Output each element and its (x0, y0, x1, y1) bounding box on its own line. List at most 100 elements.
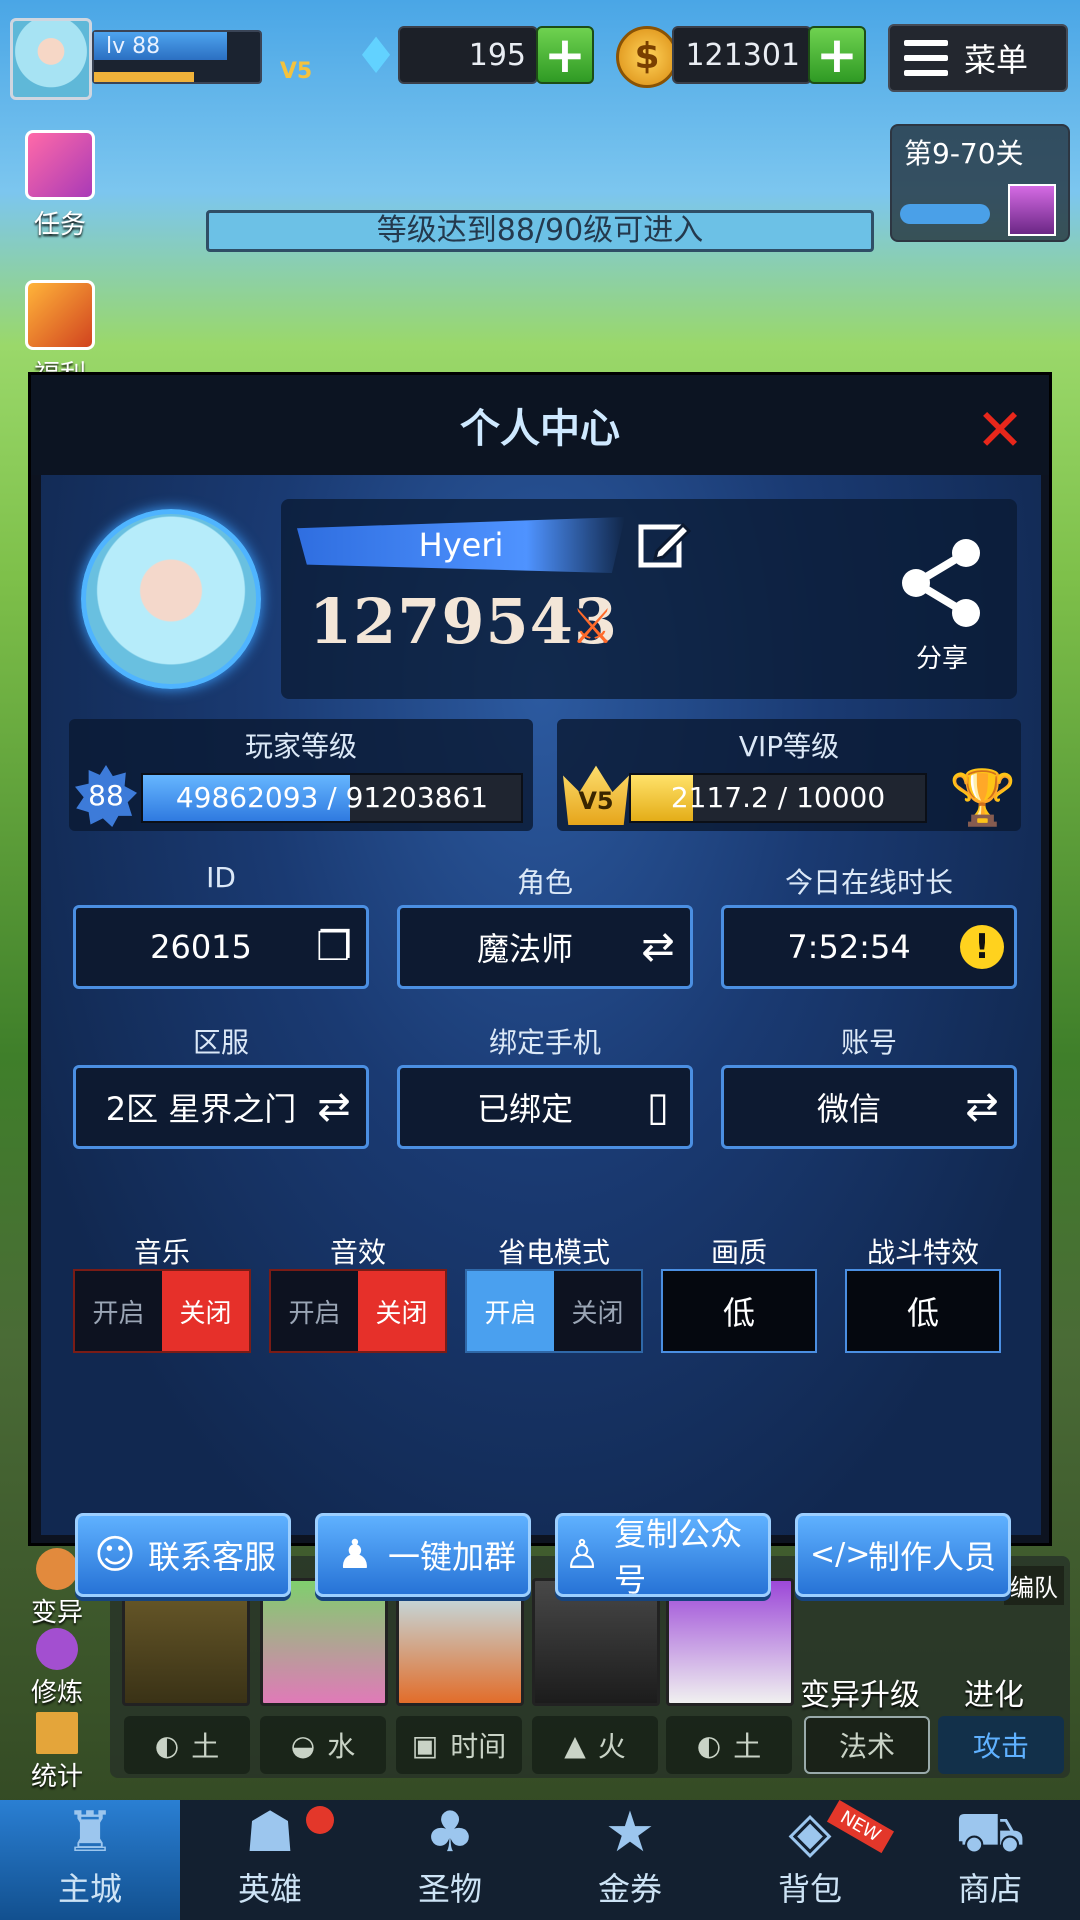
tab-relics[interactable]: ♣ 圣物 (360, 1800, 540, 1920)
hero-slot-1[interactable] (122, 1578, 250, 1706)
menu-button[interactable]: 菜单 (888, 24, 1068, 92)
id-value: 26015 (150, 928, 252, 966)
effects-value: 低 (906, 1294, 939, 1332)
cart-icon: ⛟ (954, 1800, 1026, 1865)
effects-select[interactable]: 低 (845, 1269, 1001, 1353)
add-diamond-button[interactable]: + (536, 26, 594, 84)
menu-label: 菜单 (964, 41, 1029, 79)
sound-off-option[interactable]: 关闭 (358, 1271, 445, 1351)
player-level-card: 玩家等级 88 49862093 / 91203861 (69, 719, 533, 831)
stats-label: 统计 (30, 1762, 83, 1792)
music-toggle[interactable]: 开启 关闭 (73, 1269, 251, 1353)
phone-icon: ▯ (646, 1084, 669, 1130)
swap-icon[interactable]: ⇄ (960, 1085, 1004, 1129)
player-avatar-small[interactable] (10, 18, 92, 100)
join-group-label: 一键加群 (387, 1538, 516, 1576)
tab-heroes[interactable]: ☗ 英雄 (180, 1800, 360, 1920)
swap-icon[interactable]: ⇄ (312, 1085, 356, 1129)
alert-icon[interactable]: ! (960, 925, 1004, 969)
evolve-button[interactable]: 进化 (964, 1670, 1024, 1714)
phone-field[interactable]: 已绑定 ▯ (397, 1065, 693, 1149)
role-field[interactable]: 魔法师 ⇄ (397, 905, 693, 989)
sound-on-option[interactable]: 开启 (271, 1271, 358, 1351)
close-icon[interactable]: ✕ (973, 401, 1027, 459)
mutate-label: 变异 (30, 1598, 83, 1628)
quality-select[interactable]: 低 (661, 1269, 817, 1353)
power-save-on-option[interactable]: 开启 (467, 1271, 554, 1351)
tab-main-city[interactable]: ♜ 主城 (0, 1800, 180, 1920)
tab-coupons[interactable]: ★ 金券 (540, 1800, 720, 1920)
player-level-label: 玩家等级 (244, 730, 357, 763)
share-icon (902, 539, 980, 627)
earth-icon: ◐ (154, 1728, 180, 1762)
mutate-upgrade-button[interactable]: 变异升级 (800, 1670, 920, 1714)
music-on-option[interactable]: 开启 (75, 1271, 162, 1351)
element-label: 土 (733, 1730, 762, 1763)
tab-backpack[interactable]: NEW ◈ 背包 (720, 1800, 900, 1920)
water-icon: ◒ (290, 1728, 316, 1762)
vip-level-progress: 2117.2 / 10000 (670, 781, 886, 814)
diamond-count: 195 (398, 26, 538, 84)
train-side-button[interactable]: 修炼 (8, 1628, 106, 1709)
hero-slot-3[interactable] (396, 1578, 524, 1706)
tab-label: 圣物 (417, 1870, 482, 1908)
account-field[interactable]: 微信 ⇄ (721, 1065, 1017, 1149)
phone-value: 已绑定 (476, 1090, 573, 1128)
gold-coin-icon: $ (616, 26, 678, 88)
account-value: 微信 (816, 1090, 881, 1128)
contact-support-button[interactable]: ☺ 联系客服 (75, 1513, 291, 1597)
player-level-progress: 49862093 / 91203861 (175, 781, 489, 814)
power-save-off-option[interactable]: 关闭 (554, 1271, 641, 1351)
music-off-option[interactable]: 关闭 (162, 1271, 249, 1351)
online-time-value: 7:52:54 (787, 928, 911, 966)
edit-name-icon[interactable] (635, 517, 692, 573)
level-bar: lv 88 (92, 30, 262, 84)
level-badge: 88 (75, 765, 137, 827)
stats-side-button[interactable]: 统计 (8, 1712, 106, 1793)
trophy-icon[interactable]: 🏆 (949, 769, 1016, 827)
tab-shop[interactable]: ⛟ 商店 (900, 1800, 1080, 1920)
stage-boss-avatar (1008, 184, 1056, 236)
vip-level-card: VIP等级 V5 2117.2 / 10000 🏆 (557, 719, 1021, 831)
add-gold-button[interactable]: + (808, 26, 866, 84)
sound-toggle[interactable]: 开启 关闭 (269, 1269, 447, 1353)
online-time-field: 7:52:54 ! (721, 905, 1017, 989)
tab-label: 主城 (57, 1870, 122, 1908)
swap-icon[interactable]: ⇄ (636, 925, 680, 969)
task-button[interactable]: 任务 (10, 130, 110, 241)
stage-panel[interactable]: 第9-70关 (890, 124, 1070, 242)
notification-dot (306, 1806, 334, 1834)
tab-label: 金券 (597, 1870, 662, 1908)
share-button[interactable]: 分享 (887, 535, 997, 685)
server-field[interactable]: 2区 星界之门 ⇄ (73, 1065, 369, 1149)
diamond-icon: ♦ (353, 27, 399, 85)
element-earth-2: ◐ 土 (666, 1716, 792, 1774)
team-label[interactable]: 编队 (1004, 1566, 1064, 1605)
spell-button[interactable]: 法术 (804, 1716, 930, 1774)
power-save-toggle[interactable]: 开启 关闭 (465, 1269, 643, 1353)
personal-center-dialog: 个人中心 ✕ Hyeri 1279543 ⚔ 分享 玩家等级 88 498620… (28, 372, 1052, 1599)
attack-button[interactable]: 攻击 (938, 1716, 1064, 1774)
copy-icon[interactable]: ❐ (312, 925, 356, 969)
copy-official-account-button[interactable]: ♙ 复制公众号 (555, 1513, 771, 1599)
stage-label: 第9-70关 (904, 137, 1024, 170)
vip-level-bar: 2117.2 / 10000 (629, 773, 927, 823)
vip-level-label: VIP等级 (738, 730, 840, 763)
contact-support-label: 联系客服 (147, 1538, 276, 1576)
element-label: 时间 (450, 1730, 507, 1763)
gold-count: 121301 (672, 26, 812, 84)
join-group-button[interactable]: ♟ 一键加群 (315, 1513, 531, 1597)
element-fire: ▲ 火 (532, 1716, 658, 1774)
fire-icon: ▲ (564, 1728, 586, 1762)
gold-value: 121301 (685, 37, 800, 73)
credits-button[interactable]: </> 制作人员 (795, 1513, 1011, 1597)
hero-slot-2[interactable] (260, 1578, 388, 1706)
effects-label: 战斗特效 (866, 1236, 979, 1269)
tab-label: 商店 (957, 1870, 1022, 1908)
diamond-value: 195 (468, 37, 526, 73)
player-level-bar: 49862093 / 91203861 (141, 773, 523, 823)
music-label: 音乐 (133, 1236, 190, 1269)
player-avatar[interactable] (81, 509, 261, 689)
sound-label: 音效 (329, 1236, 386, 1269)
earth-icon: ◐ (696, 1728, 722, 1762)
